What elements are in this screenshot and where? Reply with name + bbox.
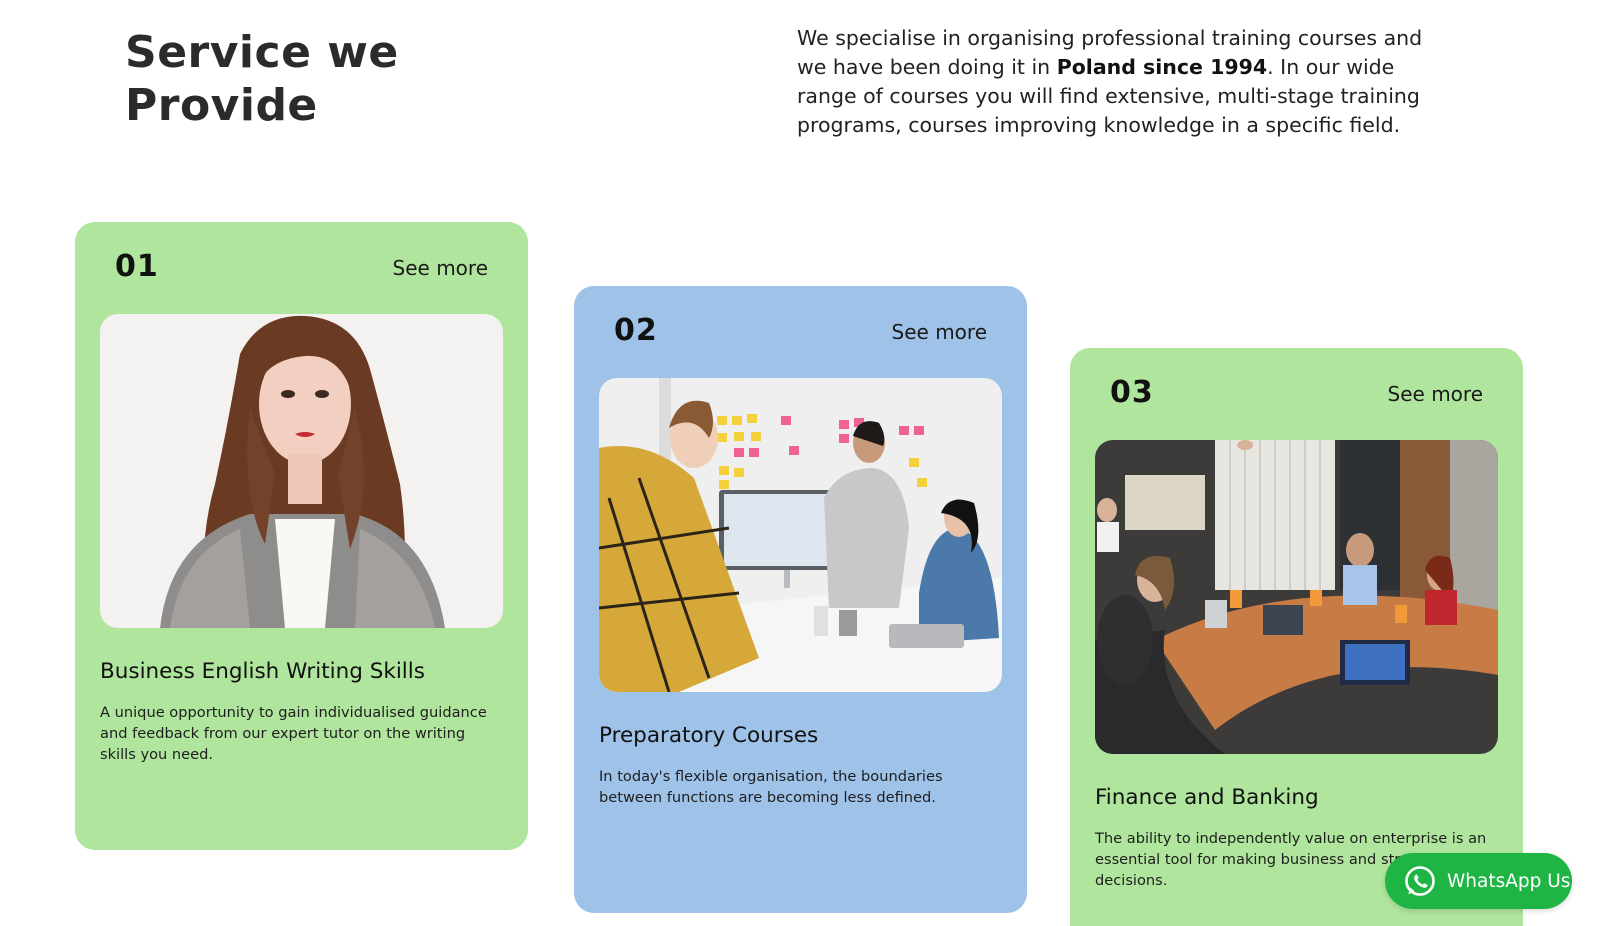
conference-room-training-photo <box>1095 440 1498 754</box>
whatsapp-label: WhatsApp Us <box>1447 870 1571 892</box>
card-description: In today's flexible organisation, the bo… <box>599 768 943 806</box>
card-number: 01 <box>115 249 159 284</box>
intro-highlight: Poland since 1994 <box>1056 55 1268 79</box>
see-more-link[interactable]: See more <box>393 256 488 280</box>
team-meeting-whiteboard-photo <box>599 378 1002 692</box>
see-more-link[interactable]: See more <box>892 320 987 344</box>
portrait-woman-photo <box>100 314 503 628</box>
heading-line-2: Provide <box>125 80 318 131</box>
card-title: Preparatory Courses <box>599 723 819 748</box>
heading-line-1: Service we <box>125 27 399 78</box>
card-title: Finance and Banking <box>1095 785 1319 810</box>
card-title: Business English Writing Skills <box>100 659 425 684</box>
card-number: 02 <box>614 313 658 348</box>
service-card-3: 03 See more Finance and Banking The abil… <box>1070 348 1523 926</box>
whatsapp-icon <box>1405 866 1435 896</box>
card-description: A unique opportunity to gain individuali… <box>100 704 487 763</box>
intro-paragraph: We specialise in organising professional… <box>797 24 1457 140</box>
service-card-2: 02 See more Preparatory Courses In today… <box>574 286 1027 913</box>
card-number: 03 <box>1110 375 1154 410</box>
section-heading: Service we Provide <box>125 26 455 132</box>
see-more-link[interactable]: See more <box>1388 382 1483 406</box>
service-card-1: 01 See more Business English Writing Ski… <box>75 222 528 850</box>
whatsapp-button[interactable]: WhatsApp Us <box>1385 853 1572 909</box>
